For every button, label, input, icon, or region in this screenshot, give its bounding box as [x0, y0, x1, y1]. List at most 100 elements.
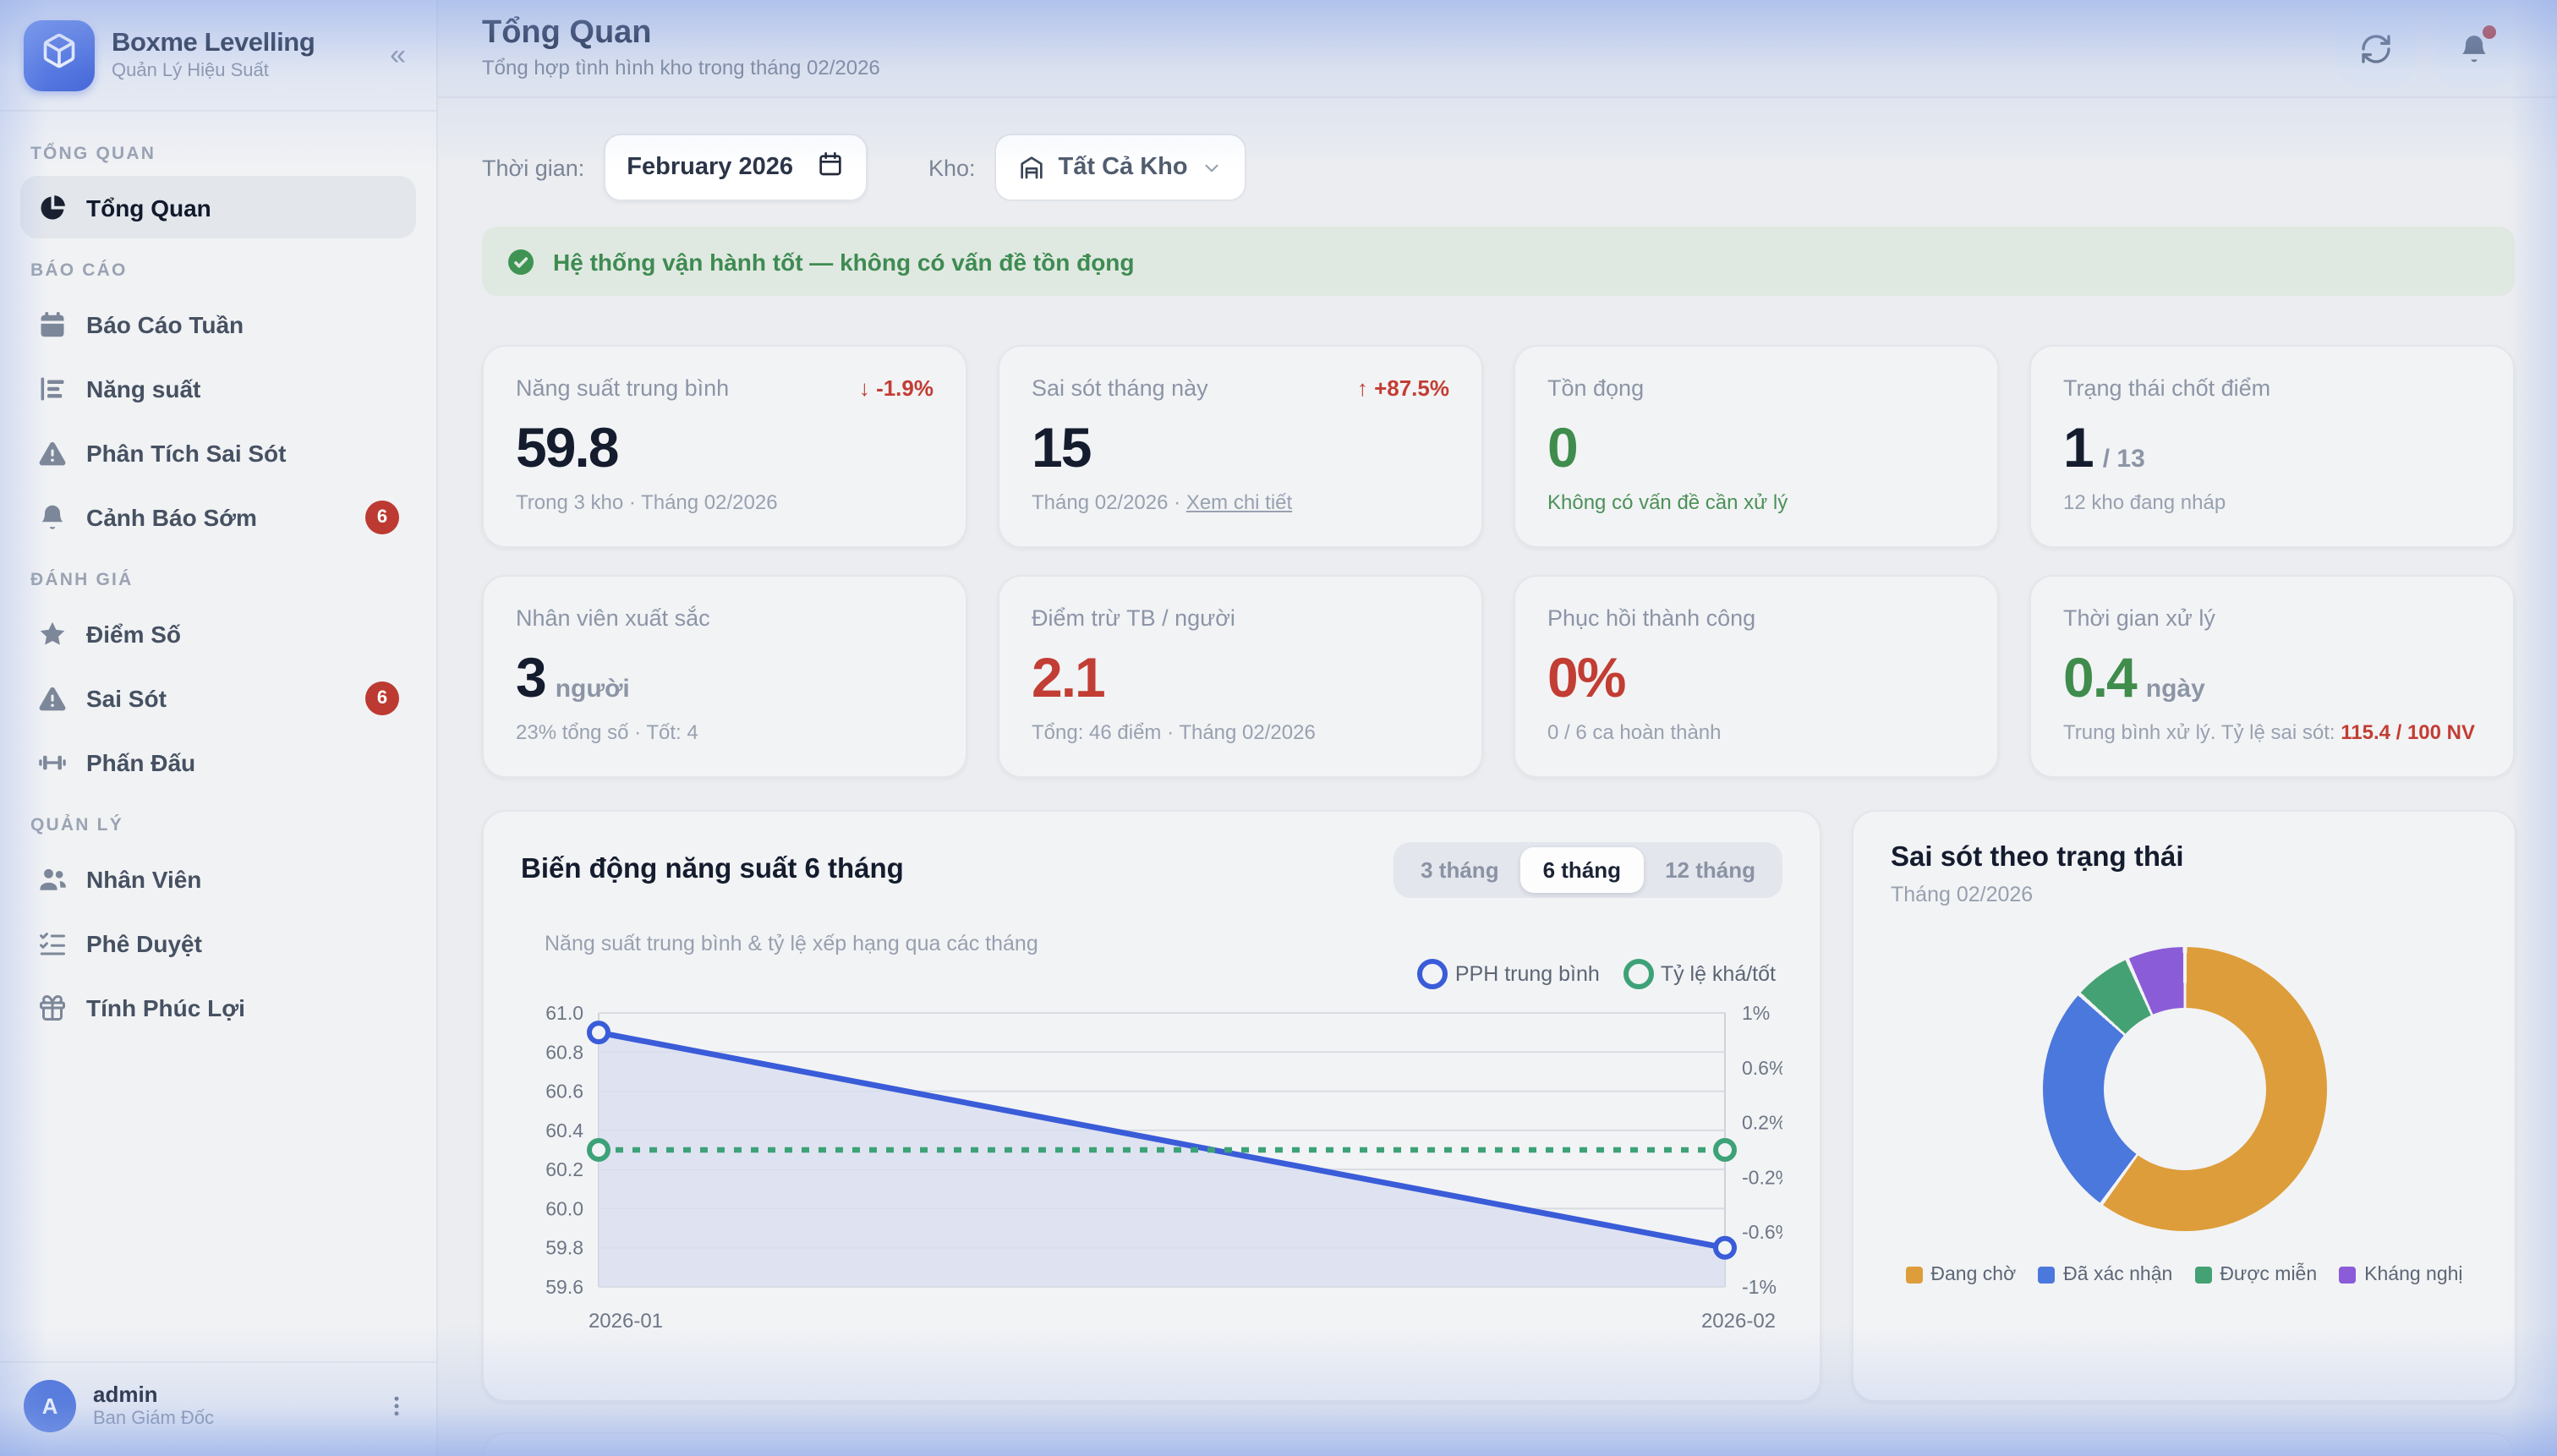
sidebar-item-bao-cao-tuan[interactable]: Báo Cáo Tuần	[20, 293, 416, 355]
svg-text:0.2%: 0.2%	[1742, 1112, 1782, 1134]
kpi-footer-text: Không có vấn đề cần xử lý	[1547, 490, 1788, 514]
donut-legend-item-da-xac-nhan[interactable]: Đã xác nhận	[2038, 1265, 2172, 1285]
sidebar-item-label: Cảnh Báo Sớm	[86, 503, 257, 530]
star-icon	[37, 618, 68, 649]
bell-icon	[37, 501, 68, 532]
sidebar-item-sai-sot[interactable]: Sai Sót6	[20, 666, 416, 729]
warehouse-select-value: Tất Cả Kho	[1059, 154, 1188, 181]
svg-text:60.8: 60.8	[545, 1041, 583, 1063]
kpi-card-trang-thai-chot-diem: Trạng thái chốt điểm1/ 1312 kho đang nhá…	[2029, 345, 2515, 548]
date-picker[interactable]: February 2026	[603, 134, 868, 201]
donut-legend-item-dang-cho[interactable]: Đang chờ	[1905, 1265, 2016, 1285]
sidebar-item-tinh-phuc-loi[interactable]: Tính Phúc Lợi	[20, 976, 416, 1038]
legend-ring-icon	[1623, 959, 1654, 989]
svg-text:60.0: 60.0	[545, 1197, 583, 1219]
kpi-value: 3	[516, 649, 545, 705]
kpi-value: 1	[2063, 419, 2093, 475]
refresh-button[interactable]	[2337, 9, 2415, 87]
kpi-header: Tồn đọng	[1547, 375, 1965, 401]
kpi-footer-link[interactable]: Xem chi tiết	[1186, 490, 1292, 514]
kpi-header: Điểm trừ TB / người	[1032, 605, 1449, 631]
kpi-label: Nhân viên xuất sắc	[516, 605, 710, 631]
legend-swatch	[2339, 1267, 2356, 1284]
sidebar-item-tong-quan[interactable]: Tổng Quan	[20, 176, 416, 238]
kpi-footer: 23% tổng số · Tốt: 4	[516, 720, 934, 744]
range-button-12-thang[interactable]: 12 tháng	[1643, 847, 1777, 893]
sidebar-item-phan-dau[interactable]: Phấn Đấu	[20, 731, 416, 793]
page-title: Tổng Quan	[482, 16, 880, 52]
svg-text:59.8: 59.8	[545, 1237, 583, 1259]
svg-text:-0.2%: -0.2%	[1742, 1166, 1782, 1188]
svg-text:1%: 1%	[1742, 1002, 1770, 1024]
kpi-value-row: 0%	[1547, 649, 1965, 705]
warehouse-select[interactable]: Tất Cả Kho	[994, 134, 1247, 201]
sidebar-item-diem-so[interactable]: Điểm Số	[20, 602, 416, 665]
sidebar-item-canh-bao-som[interactable]: Cảnh Báo Sớm6	[20, 485, 416, 548]
status-banner: Hệ thống vận hành tốt — không có vấn đề …	[482, 227, 2515, 296]
svg-text:2026-02: 2026-02	[1701, 1310, 1776, 1333]
sidebar-item-nhan-vien[interactable]: Nhân Viên	[20, 847, 416, 910]
sidebar-item-label: Phấn Đấu	[86, 748, 195, 775]
topbar: Tổng Quan Tổng hợp tình hình kho trong t…	[438, 0, 2557, 98]
time-filter-label: Thời gian:	[482, 155, 584, 180]
warning-triangle-icon	[37, 437, 68, 468]
range-button-6-thang[interactable]: 6 tháng	[1521, 847, 1643, 893]
status-chart-title: Sai sót theo trạng thái	[1891, 842, 2478, 874]
kpi-footer-text: 23% tổng số · Tốt: 4	[516, 720, 698, 744]
sidebar-item-label: Báo Cáo Tuần	[86, 310, 244, 337]
kpi-header: Phục hồi thành công	[1547, 605, 1965, 631]
trend-chart-header: Biến động năng suất 6 tháng 3 tháng6 thá…	[521, 842, 1782, 898]
sidebar-section-label-danh-gia: ĐÁNH GIÁ	[30, 570, 406, 590]
svg-text:-1%: -1%	[1742, 1276, 1777, 1298]
sidebar-collapse-button[interactable]: «	[383, 35, 413, 75]
user-info: admin Ban Giám Đốc	[93, 1382, 214, 1430]
warning-triangle-icon	[37, 682, 68, 713]
kpi-suffix: ngày	[2146, 675, 2205, 703]
calendar-icon	[37, 309, 68, 339]
trend-line-chart: 61.060.860.660.460.260.059.859.61%0.6%0.…	[521, 996, 1782, 1334]
gift-icon	[37, 992, 68, 1022]
user-menu-button[interactable]	[381, 1390, 413, 1422]
svg-text:2026-01: 2026-01	[589, 1310, 663, 1333]
kpi-card-nang-suat-trung-binh: Năng suất trung bình↓ -1.9%59.8Trong 3 k…	[482, 345, 967, 548]
sidebar-nav: TỔNG QUANTổng QuanBÁO CÁOBáo Cáo TuầnNăn…	[0, 112, 436, 1050]
legend-swatch	[2194, 1267, 2211, 1284]
sidebar-user: A admin Ban Giám Đốc	[0, 1361, 436, 1456]
box-icon	[41, 32, 78, 78]
chevron-down-icon	[1202, 156, 1224, 178]
kpi-header: Năng suất trung bình↓ -1.9%	[516, 375, 934, 401]
kpi-label: Điểm trừ TB / người	[1032, 605, 1235, 631]
trend-chart-card: Biến động năng suất 6 tháng 3 tháng6 thá…	[482, 810, 1821, 1402]
legend-swatch	[1905, 1267, 1922, 1284]
calendar-icon	[817, 151, 844, 184]
legend-item-pph-trung-binh[interactable]: PPH trung bình	[1418, 959, 1600, 989]
sidebar-item-label: Sai Sót	[86, 684, 167, 711]
kpi-header: Sai sót tháng này ↑ +87.5%	[1032, 375, 1449, 401]
kpi-footer-text: 0 / 6 ca hoàn thành	[1547, 720, 1722, 744]
kpi-label: Trạng thái chốt điểm	[2063, 375, 2270, 401]
bell-button[interactable]	[2435, 9, 2513, 87]
kpi-value-row: 59.8	[516, 419, 934, 475]
status-chart-legend: Đang chờ Đã xác nhận Được miễn Kháng nghị	[1891, 1265, 2478, 1285]
refresh-icon	[2359, 31, 2393, 65]
range-button-3-thang[interactable]: 3 tháng	[1399, 847, 1520, 893]
legend-label: PPH trung bình	[1455, 962, 1600, 986]
legend-ring-icon	[1418, 959, 1448, 989]
charts-row: Biến động năng suất 6 tháng 3 tháng6 thá…	[482, 810, 2515, 1402]
kpi-label: Thời gian xử lý	[2063, 605, 2215, 631]
legend-item-ty-le-kha-tot[interactable]: Tỷ lệ khá/tốt	[1623, 959, 1776, 989]
donut-legend-item-khang-nghi[interactable]: Kháng nghị	[2339, 1265, 2462, 1285]
kpi-footer: Tổng: 46 điểm · Tháng 02/2026	[1032, 720, 1449, 744]
svg-text:0.6%: 0.6%	[1742, 1057, 1782, 1079]
check-circle-icon	[506, 246, 536, 276]
sidebar-section-label-bao-cao: BÁO CÁO	[30, 260, 406, 281]
kpi-footer: 12 kho đang nháp	[2063, 490, 2481, 514]
sidebar-item-nang-suat[interactable]: Năng suất	[20, 357, 416, 419]
sidebar-item-phan-tich-sai-sot[interactable]: Phân Tích Sai Sót	[20, 421, 416, 484]
kpi-value-row: 2.1	[1032, 649, 1449, 705]
kpi-delta: ↑ +87.5%	[1357, 375, 1449, 401]
filter-bar: Thời gian: February 2026 Kho: Tất Cả Kho	[482, 134, 2515, 201]
kpi-label: Sai sót tháng này	[1032, 375, 1208, 401]
donut-legend-item-duoc-mien[interactable]: Được miễn	[2194, 1265, 2317, 1285]
sidebar-item-phe-duyet[interactable]: Phê Duyệt	[20, 911, 416, 974]
